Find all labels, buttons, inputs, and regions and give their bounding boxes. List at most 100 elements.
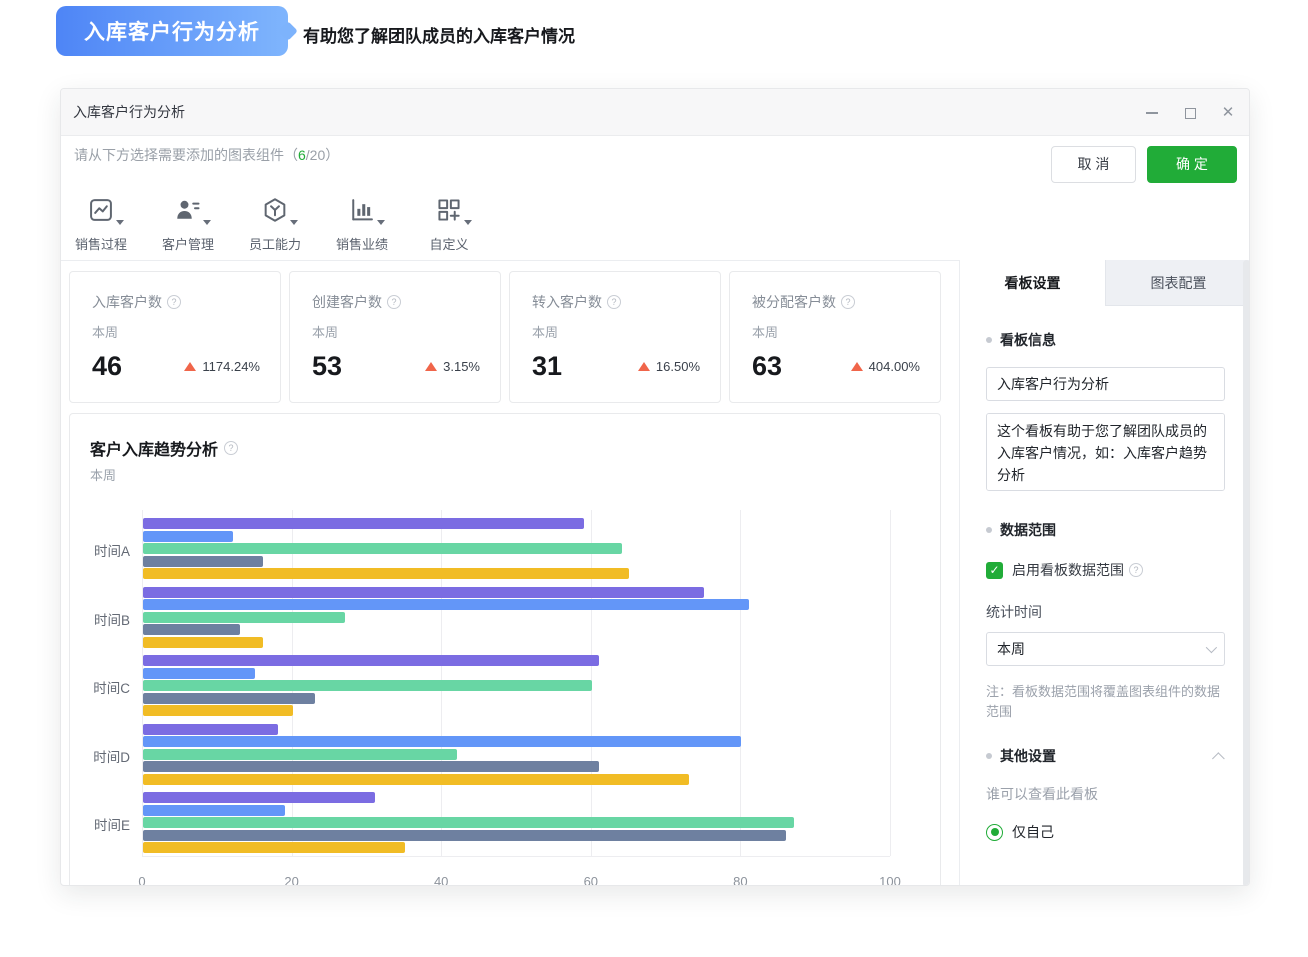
customer-management-icon [174, 192, 202, 228]
axis-tick-label: 20 [284, 874, 298, 886]
category-label: 时间A [70, 540, 130, 560]
window-title: 入库客户行为分析 [73, 89, 185, 136]
stat-card-value: 53 [312, 351, 342, 382]
board-desc-textarea[interactable]: 这个看板有助于您了解团队成员的入库客户情况，如：入库客户趋势分析 [986, 413, 1225, 491]
page-badge-label: 入库客户行为分析 [84, 16, 260, 46]
custom-icon [435, 192, 463, 228]
toolbar-item-customer-management[interactable]: 客户管理 [158, 192, 218, 253]
toolbar-item-custom[interactable]: 自定义 [419, 192, 479, 253]
bar-series-slate[interactable] [143, 624, 240, 635]
bar-series-purple[interactable] [143, 724, 278, 735]
stat-card-delta: 16.50% [656, 359, 700, 374]
stat-card-delta: 3.15% [443, 359, 480, 374]
minimize-icon[interactable] [1145, 106, 1159, 120]
bar-series-blue[interactable] [143, 531, 233, 542]
bar-series-purple[interactable] [143, 655, 599, 666]
maximize-icon[interactable] [1183, 106, 1197, 120]
bar-series-yellow[interactable] [143, 637, 263, 648]
bar-series-slate[interactable] [143, 830, 786, 841]
enable-scope-label: 启用看板数据范围 ? [1012, 560, 1143, 580]
page: 入库客户行为分析 有助您了解团队成员的入库客户情况 入库客户行为分析 ✕ 请从下… [0, 0, 1308, 957]
sidebar-scrollbar[interactable] [1243, 260, 1250, 886]
stat-card-value: 31 [532, 351, 562, 382]
enable-scope-checkbox[interactable]: ✓ [986, 562, 1003, 579]
axis-tick-label: 0 [138, 874, 145, 886]
time-select-value: 本周 [997, 639, 1025, 659]
tab-board-settings[interactable]: 看板设置 [960, 260, 1105, 306]
sales-performance-icon [348, 192, 376, 228]
stat-card-delta: 1174.24% [202, 359, 260, 374]
titlebar: 入库客户行为分析 ✕ [61, 89, 1249, 136]
cancel-button[interactable]: 取 消 [1051, 146, 1136, 183]
stat-card-title: 入库客户数 [92, 292, 162, 312]
only-me-radio[interactable] [986, 824, 1003, 841]
toolbar-separator [61, 260, 959, 261]
help-icon: ? [167, 295, 181, 309]
sidebar-tabs: 看板设置图表配置 [960, 260, 1250, 306]
close-icon[interactable]: ✕ [1221, 106, 1235, 120]
stat-card-title: 创建客户数 [312, 292, 382, 312]
toolbar-item-sales-process[interactable]: 销售过程 [71, 192, 131, 253]
stat-card[interactable]: 入库客户数?本周461174.24% [69, 271, 281, 403]
axis-tick-label: 60 [584, 874, 598, 886]
hint-suffix: /20） [306, 147, 339, 163]
bar-series-blue[interactable] [143, 599, 749, 610]
x-axis-line [142, 856, 890, 857]
stat-card-period: 本周 [532, 322, 700, 341]
chevron-down-icon [1206, 642, 1217, 653]
bar-series-blue[interactable] [143, 736, 741, 747]
bar-series-green[interactable] [143, 749, 457, 760]
bar-series-yellow[interactable] [143, 705, 293, 716]
bar-series-yellow[interactable] [143, 568, 629, 579]
toolbar-item-label: 销售过程 [75, 234, 127, 253]
toolbar-item-employee-ability[interactable]: 员工能力 [245, 192, 305, 253]
bar-series-green[interactable] [143, 612, 345, 623]
bar-series-purple[interactable] [143, 792, 375, 803]
bar-series-purple[interactable] [143, 518, 584, 529]
board-name-input[interactable] [986, 367, 1225, 401]
bar-series-green[interactable] [143, 817, 794, 828]
caret-down-icon [116, 220, 124, 225]
dialog-window: 入库客户行为分析 ✕ 请从下方选择需要添加的图表组件（6/20） 取 消 确 定… [60, 88, 1250, 886]
time-select[interactable]: 本周 [986, 632, 1225, 666]
chevron-up-icon[interactable] [1212, 752, 1225, 765]
stat-card[interactable]: 被分配客户数?本周63404.00% [729, 271, 941, 403]
bar-series-yellow[interactable] [143, 774, 689, 785]
bar-series-green[interactable] [143, 680, 592, 691]
bar-series-green[interactable] [143, 543, 622, 554]
help-icon: ? [841, 295, 855, 309]
tab-chart-config[interactable]: 图表配置 [1105, 260, 1250, 306]
data-scope-heading: 数据范围 [1000, 520, 1056, 540]
stat-cards-row: 入库客户数?本周461174.24%创建客户数?本周533.15%转入客户数?本… [69, 271, 941, 403]
caret-down-icon [290, 220, 298, 225]
stat-card-period: 本周 [752, 322, 920, 341]
chart-card[interactable]: 客户入库趋势分析 ? 本周 020406080100时间A时间B时间C时间D时间… [69, 413, 941, 886]
only-me-label: 仅自己 [1012, 822, 1054, 842]
gridline [890, 510, 891, 856]
delta-up-icon [638, 362, 650, 371]
toolbar-item-label: 客户管理 [162, 234, 214, 253]
hint-count: 6 [298, 147, 306, 163]
bar-series-slate[interactable] [143, 761, 599, 772]
toolbar-item-sales-performance[interactable]: 销售业绩 [332, 192, 392, 253]
section-other-settings: 其他设置 [986, 746, 1225, 766]
bar-series-purple[interactable] [143, 587, 704, 598]
hint-prefix: 请从下方选择需要添加的图表组件（ [74, 147, 298, 163]
axis-tick-label: 100 [879, 874, 901, 886]
bar-series-slate[interactable] [143, 556, 263, 567]
confirm-button[interactable]: 确 定 [1147, 146, 1237, 183]
toolbar-item-label: 自定义 [429, 234, 468, 253]
bar-series-blue[interactable] [143, 805, 285, 816]
bar-series-blue[interactable] [143, 668, 255, 679]
bar-series-yellow[interactable] [143, 842, 405, 853]
toolbar-item-label: 员工能力 [249, 234, 301, 253]
bar-series-slate[interactable] [143, 693, 315, 704]
axis-tick-label: 80 [733, 874, 747, 886]
stat-card[interactable]: 创建客户数?本周533.15% [289, 271, 501, 403]
window-controls: ✕ [1145, 89, 1235, 136]
stat-card[interactable]: 转入客户数?本周3116.50% [509, 271, 721, 403]
category-label: 时间E [70, 814, 130, 834]
gridline [740, 510, 741, 856]
other-settings-heading: 其他设置 [1000, 746, 1056, 766]
axis-tick-label: 40 [434, 874, 448, 886]
